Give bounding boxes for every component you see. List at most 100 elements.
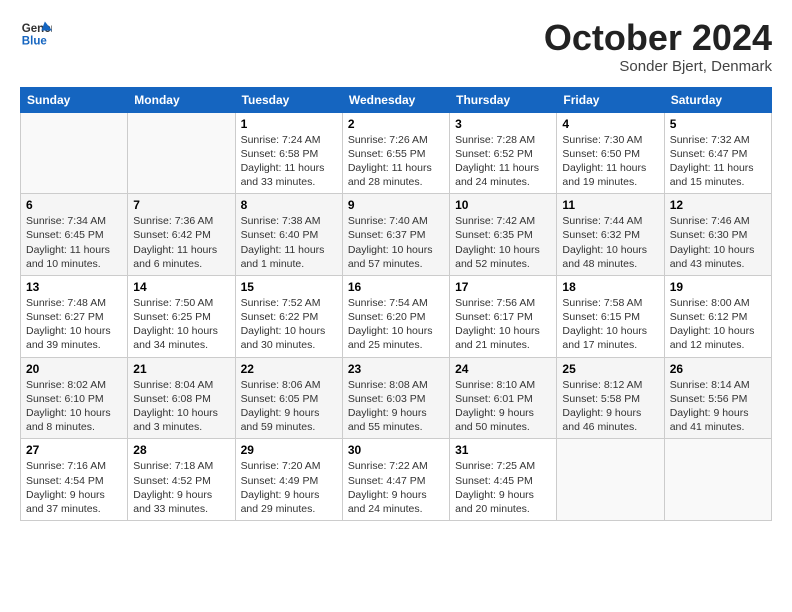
day-cell: 11Sunrise: 7:44 AMSunset: 6:32 PMDayligh… <box>557 194 664 276</box>
day-info: Sunrise: 7:34 AMSunset: 6:45 PMDaylight:… <box>26 214 122 271</box>
day-number: 15 <box>241 280 337 294</box>
logo: General Blue <box>20 18 52 50</box>
day-cell: 22 Sunrise: 8:06 AMSunset: 6:05 PMDayligh… <box>235 357 342 439</box>
day-cell: 2Sunrise: 7:26 AMSunset: 6:55 PMDaylight… <box>342 112 449 194</box>
day-cell: 18 Sunrise: 7:58 AMSunset: 6:15 PMDayligh… <box>557 275 664 357</box>
day-cell <box>664 439 771 521</box>
day-cell: 13Sunrise: 7:48 AMSunset: 6:27 PMDayligh… <box>21 275 128 357</box>
day-cell: 19 Sunrise: 8:00 AMSunset: 6:12 PMDayligh… <box>664 275 771 357</box>
day-number: 4 <box>562 117 658 131</box>
day-cell: 25Sunrise: 8:12 AMSunset: 5:58 PMDayligh… <box>557 357 664 439</box>
day-cell: 14Sunrise: 7:50 AMSunset: 6:25 PMDayligh… <box>128 275 235 357</box>
day-info: Sunrise: 7:44 AMSunset: 6:32 PMDaylight:… <box>562 214 658 271</box>
day-cell: 15 Sunrise: 7:52 AMSunset: 6:22 PMDayligh… <box>235 275 342 357</box>
day-info: Sunrise: 8:10 AMSunset: 6:01 PMDaylight:… <box>455 378 551 435</box>
day-number: 23 <box>348 362 444 376</box>
day-info: Sunrise: 7:24 AMSunset: 6:58 PMDaylight:… <box>241 133 337 190</box>
week-row-5: 27 Sunrise: 7:16 AMSunset: 4:54 PMDayligh… <box>21 439 772 521</box>
day-info: Sunrise: 7:48 AMSunset: 6:27 PMDaylight:… <box>26 296 122 353</box>
day-info: Sunrise: 8:02 AMSunset: 6:10 PMDaylight:… <box>26 378 122 435</box>
day-number: 2 <box>348 117 444 131</box>
day-info: Sunrise: 8:08 AMSunset: 6:03 PMDaylight:… <box>348 378 444 435</box>
logo-icon: General Blue <box>20 18 52 50</box>
week-row-4: 20 Sunrise: 8:02 AMSunset: 6:10 PMDayligh… <box>21 357 772 439</box>
day-number: 18 <box>562 280 658 294</box>
day-number: 9 <box>348 198 444 212</box>
day-info: Sunrise: 7:52 AMSunset: 6:22 PMDaylight:… <box>241 296 337 353</box>
day-number: 28 <box>133 443 229 457</box>
day-number: 30 <box>348 443 444 457</box>
day-info: Sunrise: 7:56 AMSunset: 6:17 PMDaylight:… <box>455 296 551 353</box>
day-number: 21 <box>133 362 229 376</box>
day-info: Sunrise: 7:25 AMSunset: 4:45 PMDaylight:… <box>455 459 551 516</box>
day-cell: 12 Sunrise: 7:46 AMSunset: 6:30 PMDayligh… <box>664 194 771 276</box>
day-cell: 16Sunrise: 7:54 AMSunset: 6:20 PMDayligh… <box>342 275 449 357</box>
day-cell <box>21 112 128 194</box>
calendar-body: 1Sunrise: 7:24 AMSunset: 6:58 PMDaylight… <box>21 112 772 520</box>
day-number: 7 <box>133 198 229 212</box>
day-cell <box>128 112 235 194</box>
day-cell: 4 Sunrise: 7:30 AMSunset: 6:50 PMDaylight… <box>557 112 664 194</box>
day-number: 25 <box>562 362 658 376</box>
week-row-2: 6Sunrise: 7:34 AMSunset: 6:45 PMDaylight… <box>21 194 772 276</box>
day-cell: 29 Sunrise: 7:20 AMSunset: 4:49 PMDayligh… <box>235 439 342 521</box>
day-cell: 9 Sunrise: 7:40 AMSunset: 6:37 PMDaylight… <box>342 194 449 276</box>
day-info: Sunrise: 7:38 AMSunset: 6:40 PMDaylight:… <box>241 214 337 271</box>
title-area: October 2024 Sonder Bjert, Denmark <box>544 18 772 75</box>
day-number: 24 <box>455 362 551 376</box>
weekday-tuesday: Tuesday <box>235 87 342 112</box>
day-cell: 26 Sunrise: 8:14 AMSunset: 5:56 PMDayligh… <box>664 357 771 439</box>
day-info: Sunrise: 7:32 AMSunset: 6:47 PMDaylight:… <box>670 133 766 190</box>
day-number: 22 <box>241 362 337 376</box>
day-info: Sunrise: 7:30 AMSunset: 6:50 PMDaylight:… <box>562 133 658 190</box>
day-number: 29 <box>241 443 337 457</box>
header: General Blue October 2024 Sonder Bjert, … <box>20 18 772 75</box>
weekday-sunday: Sunday <box>21 87 128 112</box>
day-number: 3 <box>455 117 551 131</box>
day-number: 31 <box>455 443 551 457</box>
day-cell: 10Sunrise: 7:42 AMSunset: 6:35 PMDayligh… <box>450 194 557 276</box>
day-number: 19 <box>670 280 766 294</box>
day-info: Sunrise: 7:16 AMSunset: 4:54 PMDaylight:… <box>26 459 122 516</box>
day-cell <box>557 439 664 521</box>
day-number: 16 <box>348 280 444 294</box>
month-title: October 2024 <box>544 18 772 58</box>
calendar-table: SundayMondayTuesdayWednesdayThursdayFrid… <box>20 87 772 521</box>
day-cell: 24 Sunrise: 8:10 AMSunset: 6:01 PMDayligh… <box>450 357 557 439</box>
day-info: Sunrise: 7:40 AMSunset: 6:37 PMDaylight:… <box>348 214 444 271</box>
day-number: 27 <box>26 443 122 457</box>
day-cell: 27 Sunrise: 7:16 AMSunset: 4:54 PMDayligh… <box>21 439 128 521</box>
day-info: Sunrise: 7:50 AMSunset: 6:25 PMDaylight:… <box>133 296 229 353</box>
svg-text:Blue: Blue <box>22 36 48 48</box>
day-cell: 5 Sunrise: 7:32 AMSunset: 6:47 PMDaylight… <box>664 112 771 194</box>
day-info: Sunrise: 8:04 AMSunset: 6:08 PMDaylight:… <box>133 378 229 435</box>
day-cell: 28 Sunrise: 7:18 AMSunset: 4:52 PMDayligh… <box>128 439 235 521</box>
day-info: Sunrise: 7:42 AMSunset: 6:35 PMDaylight:… <box>455 214 551 271</box>
day-info: Sunrise: 7:22 AMSunset: 4:47 PMDaylight:… <box>348 459 444 516</box>
weekday-wednesday: Wednesday <box>342 87 449 112</box>
day-info: Sunrise: 7:58 AMSunset: 6:15 PMDaylight:… <box>562 296 658 353</box>
week-row-3: 13Sunrise: 7:48 AMSunset: 6:27 PMDayligh… <box>21 275 772 357</box>
day-cell: 17Sunrise: 7:56 AMSunset: 6:17 PMDayligh… <box>450 275 557 357</box>
calendar-header: SundayMondayTuesdayWednesdayThursdayFrid… <box>21 87 772 112</box>
day-info: Sunrise: 8:00 AMSunset: 6:12 PMDaylight:… <box>670 296 766 353</box>
day-info: Sunrise: 7:20 AMSunset: 4:49 PMDaylight:… <box>241 459 337 516</box>
subtitle: Sonder Bjert, Denmark <box>544 58 772 75</box>
day-cell: 21 Sunrise: 8:04 AMSunset: 6:08 PMDayligh… <box>128 357 235 439</box>
day-number: 8 <box>241 198 337 212</box>
day-number: 5 <box>670 117 766 131</box>
day-cell: 6Sunrise: 7:34 AMSunset: 6:45 PMDaylight… <box>21 194 128 276</box>
day-number: 20 <box>26 362 122 376</box>
weekday-thursday: Thursday <box>450 87 557 112</box>
weekday-saturday: Saturday <box>664 87 771 112</box>
day-info: Sunrise: 8:14 AMSunset: 5:56 PMDaylight:… <box>670 378 766 435</box>
day-info: Sunrise: 7:36 AMSunset: 6:42 PMDaylight:… <box>133 214 229 271</box>
day-cell: 1Sunrise: 7:24 AMSunset: 6:58 PMDaylight… <box>235 112 342 194</box>
weekday-header-row: SundayMondayTuesdayWednesdayThursdayFrid… <box>21 87 772 112</box>
day-number: 12 <box>670 198 766 212</box>
day-info: Sunrise: 8:06 AMSunset: 6:05 PMDaylight:… <box>241 378 337 435</box>
day-number: 26 <box>670 362 766 376</box>
day-info: Sunrise: 7:18 AMSunset: 4:52 PMDaylight:… <box>133 459 229 516</box>
day-info: Sunrise: 7:46 AMSunset: 6:30 PMDaylight:… <box>670 214 766 271</box>
week-row-1: 1Sunrise: 7:24 AMSunset: 6:58 PMDaylight… <box>21 112 772 194</box>
